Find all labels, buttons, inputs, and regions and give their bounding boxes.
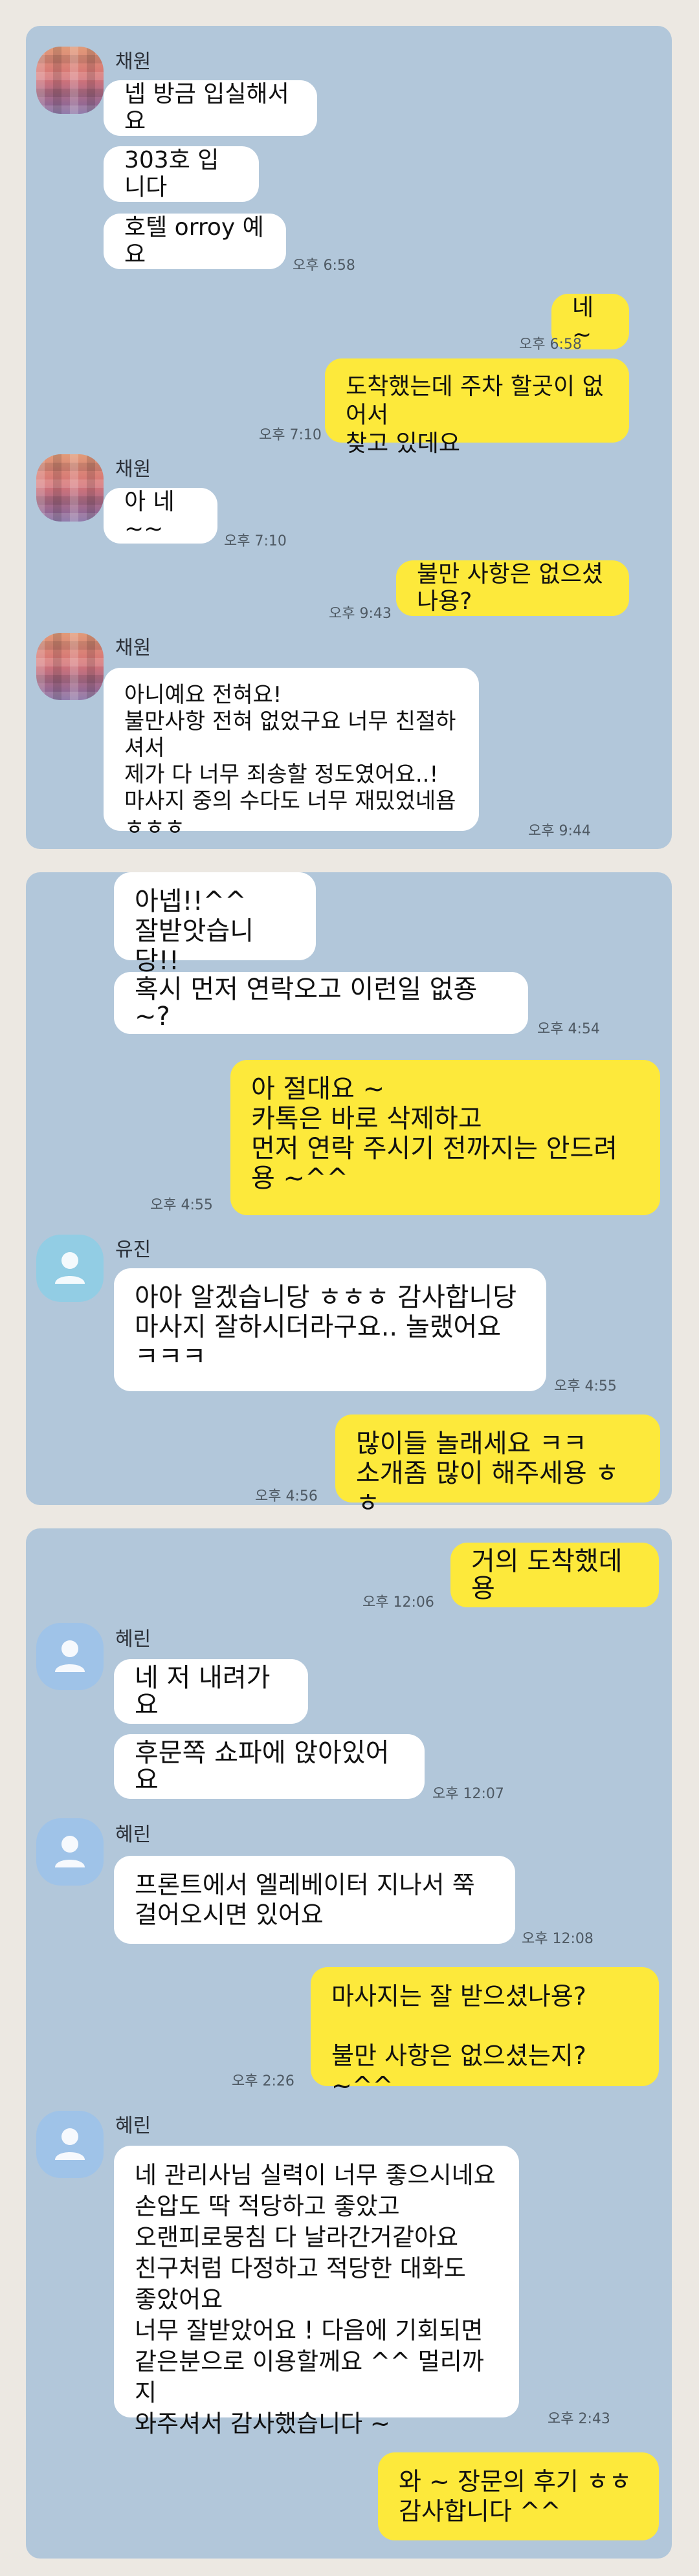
message-bubble[interactable]: 303호 입니다 <box>104 146 259 202</box>
user-silhouette-icon <box>55 1252 85 1284</box>
avatar[interactable] <box>36 633 104 700</box>
sender-name: 유진 <box>115 1238 151 1261</box>
sender-name: 채원 <box>115 50 151 73</box>
message-bubble[interactable]: 넵 방금 입실해서요 <box>104 80 317 136</box>
sender-name: 혜린 <box>115 1823 151 1846</box>
chat-screenshot-3: 거의 도착했데용 오후 12:06 혜린 네 저 내려가요 후문쪽 쇼파에 앉아… <box>26 1528 672 2559</box>
message-time: 오후 4:55 <box>150 1197 213 1213</box>
message-bubble[interactable]: 프론트에서 엘레베이터 지나서 쭉 걸어오시면 있어요 <box>114 1856 515 1944</box>
sender-name: 채원 <box>115 458 151 481</box>
message-bubble[interactable]: 네 관리사님 실력이 너무 좋으시네요 손압도 딱 적당하고 좋았고 오랜피로뭉… <box>114 2146 519 2438</box>
message-bubble[interactable]: 많이들 놀래세요 ㅋㅋ 소개좀 많이 해주세용 ㅎㅎ <box>335 1415 660 1518</box>
message-time: 오후 2:43 <box>548 2411 610 2427</box>
avatar[interactable] <box>36 454 104 522</box>
message-time: 오후 9:43 <box>329 606 392 622</box>
message-time: 오후 6:58 <box>293 258 355 274</box>
chat-screenshot-2: 아넵!!^^ 잘받앗습니당!! 혹시 먼저 연락오고 이런일 없죵~? 오후 4… <box>26 872 672 1518</box>
user-silhouette-icon <box>55 1836 85 1867</box>
avatar[interactable] <box>36 1623 104 1690</box>
message-time: 오후 7:10 <box>259 427 322 443</box>
user-silhouette-icon <box>55 1640 85 1672</box>
message-time: 오후 7:10 <box>224 533 287 549</box>
message-time: 오후 12:08 <box>522 1931 594 1947</box>
sender-name: 혜린 <box>115 2115 151 2137</box>
message-bubble[interactable]: 불만 사항은 없으셨나용? <box>396 560 629 616</box>
message-bubble[interactable]: 도착했는데 주차 할곳이 없어서 찾고 있데요 <box>325 358 629 457</box>
message-bubble[interactable]: 아니예요 전혀요! 불만사항 전혀 없었구요 너무 친절하셔서 제가 다 너무 … <box>104 668 479 841</box>
sender-name: 채원 <box>115 637 151 659</box>
user-silhouette-icon <box>55 2128 85 2160</box>
message-bubble[interactable]: 혹시 먼저 연락오고 이런일 없죵~? <box>114 972 528 1034</box>
message-bubble[interactable]: 마사지는 잘 받으셨나용? 불만 사항은 없으셨는지? ~^^ <box>311 1967 659 2100</box>
message-time: 오후 6:58 <box>519 336 582 353</box>
message-time: 오후 12:07 <box>432 1786 504 1802</box>
avatar[interactable] <box>36 1235 104 1302</box>
avatar[interactable] <box>36 1818 104 1886</box>
message-time: 오후 2:26 <box>232 2073 294 2089</box>
message-bubble[interactable]: 네 저 내려가요 <box>114 1659 308 1724</box>
message-time: 오후 4:54 <box>537 1021 600 1037</box>
sender-name: 혜린 <box>115 1628 151 1651</box>
avatar[interactable] <box>36 47 104 114</box>
message-time: 오후 9:44 <box>528 823 591 839</box>
message-bubble[interactable]: 호텔 orroy 예요 <box>104 214 286 269</box>
message-time: 오후 4:56 <box>255 1488 318 1504</box>
message-bubble[interactable]: 거의 도착했데용 <box>450 1543 659 1607</box>
message-bubble[interactable]: 후문쪽 쇼파에 앉아있어요 <box>114 1734 425 1799</box>
message-bubble[interactable]: 아넵!!^^ 잘받앗습니당!! <box>114 872 316 976</box>
message-bubble[interactable]: 아 네~~ <box>104 488 217 544</box>
message-bubble[interactable]: 아 절대요 ~ 카톡은 바로 삭제하고 먼저 연락 주시기 전까지는 안드려 용… <box>230 1060 660 1215</box>
message-bubble[interactable]: 와 ~ 장문의 후기 ㅎㅎ 감사합니다 ^^ <box>378 2452 659 2540</box>
message-time: 오후 4:55 <box>554 1378 617 1394</box>
avatar[interactable] <box>36 2111 104 2178</box>
message-bubble[interactable]: 아아 알겠습니당 ㅎㅎㅎ 감사합니당 마사지 잘하시더라구요.. 놀랬어요 ㅋㅋ… <box>114 1268 546 1391</box>
chat-screenshot-1: 채원 넵 방금 입실해서요 303호 입니다 호텔 orroy 예요 오후 6:… <box>26 26 672 849</box>
message-time: 오후 12:06 <box>362 1594 434 1611</box>
